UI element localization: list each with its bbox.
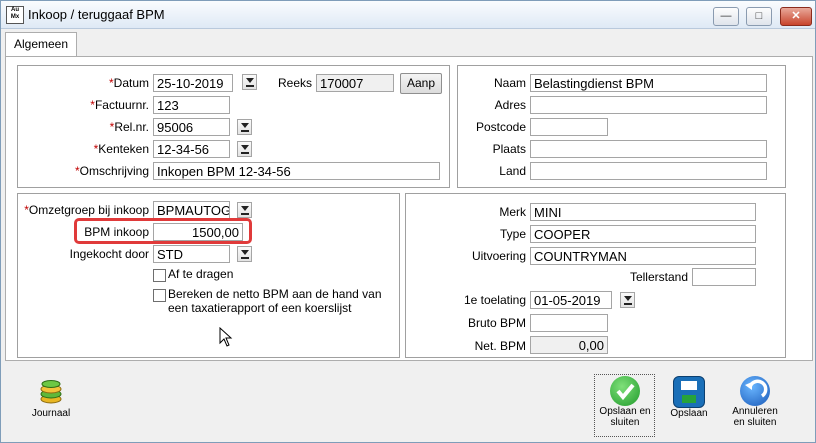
factuurnr-label: *Factuurnr. — [90, 98, 149, 112]
bruto-bpm-field[interactable] — [530, 314, 608, 332]
annuleren-label-2: en sluiten — [733, 417, 777, 428]
window-title: Inkoop / teruggaaf BPM — [28, 7, 165, 22]
kenteken-dropdown-icon[interactable] — [237, 141, 252, 157]
reeks-field: 170007 — [316, 74, 394, 92]
title-bar: Au Mx Inkoop / teruggaaf BPM — □ ✕ — [1, 1, 815, 29]
ingekocht-door-label: Ingekocht door — [69, 247, 149, 261]
coins-icon — [40, 380, 62, 404]
land-field[interactable] — [530, 162, 767, 180]
type-label: Type — [499, 227, 526, 241]
naam-label: Naam — [493, 76, 526, 90]
ingekocht-door-field[interactable]: STD — [153, 245, 230, 263]
plaats-field[interactable] — [530, 140, 767, 158]
datum-dropdown-icon[interactable] — [242, 74, 257, 90]
postcode-field[interactable] — [530, 118, 608, 136]
adres-label: Adres — [494, 98, 526, 112]
opslaan-en-sluiten-label-2: sluiten — [610, 417, 640, 428]
bereken-checkbox[interactable] — [153, 289, 166, 302]
journaal-button[interactable]: Journaal — [27, 379, 75, 419]
kenteken-label: *Kenteken — [93, 142, 149, 156]
save-icon — [673, 376, 705, 408]
type-field[interactable]: COOPER — [530, 225, 756, 243]
tab-algemeen[interactable]: Algemeen — [5, 32, 77, 57]
opslaan-button[interactable]: Opslaan — [665, 376, 713, 419]
omschrijving-field[interactable]: Inkopen BPM 12-34-56 — [153, 162, 440, 180]
reeks-label: Reeks — [277, 76, 312, 90]
minimize-button[interactable]: — — [713, 7, 739, 26]
merk-label: Merk — [499, 205, 526, 219]
check-icon — [610, 376, 640, 406]
eerste-toelating-label: 1e toelating — [463, 293, 526, 307]
net-bpm-field: 0,00 — [530, 336, 608, 354]
adres-field[interactable] — [530, 96, 767, 114]
postcode-label: Postcode — [475, 120, 526, 134]
bereken-label-line1: Bereken de netto BPM aan de hand van — [168, 287, 382, 301]
tellerstand-field[interactable] — [692, 268, 756, 286]
maximize-button[interactable]: □ — [746, 7, 772, 26]
omzetgroep-dropdown-icon[interactable] — [237, 202, 252, 218]
relnr-field[interactable]: 95006 — [153, 118, 230, 136]
ingekocht-door-dropdown-icon[interactable] — [237, 246, 252, 262]
datum-field[interactable]: 25-10-2019 — [153, 74, 233, 92]
mouse-cursor-icon — [219, 327, 233, 347]
tellerstand-label: Tellerstand — [629, 270, 688, 284]
naam-field[interactable]: Belastingdienst BPM — [530, 74, 767, 92]
journaal-label: Journaal — [31, 408, 71, 419]
annuleren-button[interactable]: Annuleren en sluiten — [728, 376, 782, 428]
uitvoering-label: Uitvoering — [471, 249, 526, 263]
merk-field[interactable]: MINI — [530, 203, 756, 221]
datum-label: *Datum — [108, 76, 149, 90]
uitvoering-field[interactable]: COUNTRYMAN — [530, 247, 756, 265]
close-button[interactable]: ✕ — [780, 7, 812, 26]
plaats-label: Plaats — [492, 142, 526, 156]
opslaan-label: Opslaan — [670, 408, 708, 419]
bruto-bpm-label: Bruto BPM — [467, 316, 526, 330]
relnr-dropdown-icon[interactable] — [237, 119, 252, 135]
eerste-toelating-field[interactable]: 01-05-2019 — [530, 291, 612, 309]
annuleren-label-1: Annuleren — [732, 406, 778, 417]
tab-label: Algemeen — [13, 37, 69, 51]
af-te-dragen-checkbox[interactable] — [153, 269, 166, 282]
bereken-label-line2: een taxatierapport of een koerslijst — [168, 301, 352, 315]
bpm-inkoop-highlight — [74, 218, 252, 244]
factuurnr-field[interactable]: 123 — [153, 96, 230, 114]
opslaan-en-sluiten-label-1: Opslaan en — [599, 406, 651, 417]
af-te-dragen-label: Af te dragen — [168, 267, 234, 281]
omschrijving-label: *Omschrijving — [74, 164, 149, 178]
omzetgroep-field[interactable]: BPMAUTOGE — [153, 201, 230, 219]
eerste-toelating-dropdown-icon[interactable] — [620, 292, 635, 308]
dialog-window: Au Mx Inkoop / teruggaaf BPM — □ ✕ Algeme… — [0, 0, 816, 443]
opslaan-en-sluiten-button[interactable]: Opslaan en sluiten — [597, 376, 653, 428]
aanp-button[interactable]: Aanp — [400, 73, 442, 94]
omzetgroep-label: *Omzetgroep bij inkoop — [24, 203, 149, 217]
kenteken-field[interactable]: 12-34-56 — [153, 140, 230, 158]
app-icon: Au Mx — [6, 6, 24, 24]
relnr-label: *Rel.nr. — [109, 120, 149, 134]
net-bpm-label: Net. BPM — [474, 339, 526, 353]
land-label: Land — [499, 164, 526, 178]
undo-icon — [740, 376, 770, 406]
